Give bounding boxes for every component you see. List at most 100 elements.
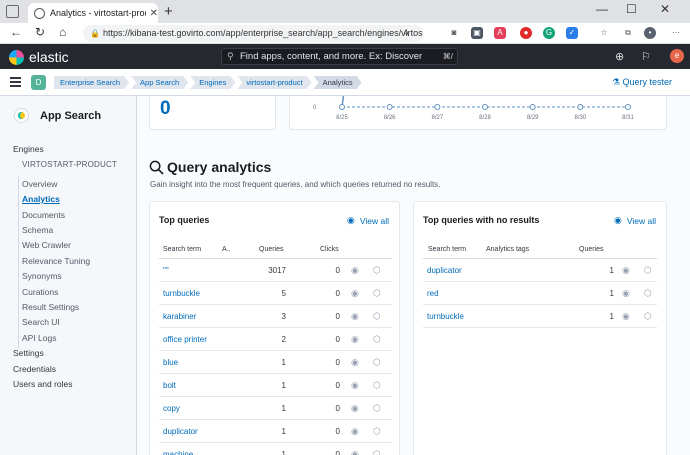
sidebar-item-settings[interactable]: Settings (13, 348, 44, 358)
manage-curation-icon[interactable]: ⬡ (373, 334, 381, 345)
manage-curation-icon[interactable]: ⬡ (373, 357, 381, 368)
collections-icon[interactable]: ⧉ (622, 27, 634, 39)
user-avatar[interactable]: e (670, 49, 684, 63)
manage-curation-icon[interactable]: ⬡ (373, 265, 381, 276)
manage-curation-icon[interactable]: ⬡ (644, 311, 652, 322)
view-details-eye-icon[interactable]: ◉ (622, 288, 630, 299)
view-details-eye-icon[interactable]: ◉ (351, 426, 359, 437)
view-details-eye-icon[interactable]: ◉ (351, 334, 359, 345)
breadcrumb-engines[interactable]: Engines (190, 76, 235, 89)
back-icon[interactable]: ← (10, 25, 22, 39)
view-details-eye-icon[interactable]: ◉ (351, 380, 359, 391)
refresh-icon[interactable]: ↻ (35, 25, 45, 39)
space-badge[interactable]: D (31, 75, 46, 90)
breadcrumb-enterprise-search[interactable]: Enterprise Search (54, 76, 129, 89)
column-header-queries[interactable]: Queries (579, 246, 604, 253)
address-bar[interactable]: 🔒 https://kibana-test.govirto.com/app/en… (83, 25, 423, 42)
sidebar-item-analytics[interactable]: Analytics (22, 194, 60, 204)
sidebar-item-search-ui[interactable]: Search UI (22, 317, 60, 327)
sidebar-item-credentials[interactable]: Credentials (13, 364, 56, 374)
column-header-tags[interactable]: A.. (222, 246, 231, 253)
data-point[interactable] (434, 104, 441, 110)
sidebar-item-web-crawler[interactable]: Web Crawler (22, 240, 71, 250)
manage-curation-icon[interactable]: ⬡ (373, 449, 381, 455)
view-details-eye-icon[interactable]: ◉ (351, 403, 359, 414)
search-term-link[interactable]: office printer (163, 335, 207, 344)
manage-curation-icon[interactable]: ⬡ (373, 288, 381, 299)
search-term-link[interactable]: duplicator (163, 427, 198, 436)
sidebar-item-api-logs[interactable]: API Logs (22, 333, 57, 343)
search-term-link[interactable]: karabiner (163, 312, 196, 321)
data-point[interactable] (625, 104, 631, 110)
search-term-link[interactable]: bolt (163, 381, 176, 390)
sidebar-item-synonyms[interactable]: Synonyms (22, 271, 62, 281)
view-details-eye-icon[interactable]: ◉ (351, 265, 359, 276)
extension-icon[interactable]: ● (520, 27, 532, 39)
sidebar-item-result-settings[interactable]: Result Settings (22, 302, 79, 312)
more-icon[interactable]: ⋯ (670, 27, 682, 39)
column-header-clicks[interactable]: Clicks (320, 246, 339, 253)
data-point[interactable] (339, 104, 345, 110)
global-search-input[interactable]: ⚲ Find apps, content, and more. Ex: Disc… (221, 48, 458, 65)
view-details-eye-icon[interactable]: ◉ (351, 288, 359, 299)
column-header-search-term[interactable]: Search term (428, 246, 466, 253)
breadcrumb-app-search[interactable]: App Search (131, 76, 188, 89)
search-term-link[interactable]: turnbuckle (427, 312, 464, 321)
sidebar-item-schema[interactable]: Schema (22, 225, 53, 235)
profile-icon[interactable]: • (644, 27, 656, 39)
search-term-link[interactable]: "" (163, 266, 169, 275)
no-results-view-all-button[interactable]: ◉ View all (614, 215, 656, 226)
breadcrumb-engine[interactable]: virtostart-product (237, 76, 311, 89)
sidebar-item-overview[interactable]: Overview (22, 179, 57, 189)
manage-curation-icon[interactable]: ⬡ (373, 403, 381, 414)
manage-curation-icon[interactable]: ⬡ (644, 265, 652, 276)
menu-toggle-icon[interactable] (10, 77, 21, 87)
read-aloud-icon[interactable]: A (400, 27, 412, 39)
data-point[interactable] (529, 104, 536, 110)
view-details-eye-icon[interactable]: ◉ (351, 449, 359, 455)
search-term-link[interactable]: copy (163, 404, 180, 413)
view-details-eye-icon[interactable]: ◉ (351, 311, 359, 322)
search-term-link[interactable]: red (427, 289, 439, 298)
manage-curation-icon[interactable]: ⬡ (373, 311, 381, 322)
manage-curation-icon[interactable]: ⬡ (373, 426, 381, 437)
favorites-icon[interactable]: ☆ (598, 27, 610, 39)
extension-icon[interactable]: ▣ (471, 27, 483, 39)
extension-icon[interactable]: ✓ (566, 27, 578, 39)
sidebar-item-relevance-tuning[interactable]: Relevance Tuning (22, 256, 90, 266)
elastic-logo[interactable]: elastic (9, 49, 69, 65)
view-details-eye-icon[interactable]: ◉ (622, 311, 630, 322)
data-point[interactable] (482, 104, 488, 110)
newsfeed-icon[interactable]: ⚐ (641, 50, 651, 63)
sidebar-item-engines[interactable]: Engines (13, 144, 44, 154)
search-term-link[interactable]: blue (163, 358, 178, 367)
search-term-link[interactable]: machine (163, 450, 193, 455)
column-header-analytics-tags[interactable]: Analytics tags (486, 246, 529, 253)
new-tab-button[interactable]: + (164, 3, 173, 20)
search-term-link[interactable]: turnbuckle (163, 289, 200, 298)
query-tester-button[interactable]: ⚗ Query tester (612, 77, 672, 88)
sidebar-item-users-and-roles[interactable]: Users and roles (13, 379, 73, 389)
minimize-icon[interactable]: — (596, 2, 608, 16)
manage-curation-icon[interactable]: ⬡ (373, 380, 381, 391)
close-tab-icon[interactable]: ✕ (150, 8, 158, 19)
maximize-icon[interactable]: ☐ (626, 2, 637, 16)
view-details-eye-icon[interactable]: ◉ (351, 357, 359, 368)
browser-tab[interactable]: Analytics - virtostart-product - E ✕ (28, 3, 158, 23)
search-term-link[interactable]: duplicator (427, 266, 462, 275)
manage-curation-icon[interactable]: ⬡ (644, 288, 652, 299)
help-icon[interactable]: ⊕ (615, 50, 624, 63)
close-window-icon[interactable]: ✕ (660, 2, 670, 16)
sidebar-item-documents[interactable]: Documents (22, 210, 65, 220)
column-header-search-term[interactable]: Search term (163, 246, 201, 253)
sidebar-item-curations[interactable]: Curations (22, 287, 58, 297)
top-queries-view-all-button[interactable]: ◉ View all (347, 215, 389, 226)
data-point[interactable] (386, 104, 393, 110)
tab-actions-icon[interactable] (6, 5, 19, 18)
view-details-eye-icon[interactable]: ◉ (622, 265, 630, 276)
column-header-queries[interactable]: Queries (259, 246, 284, 253)
camera-icon[interactable]: ◙ (448, 27, 460, 39)
home-icon[interactable]: ⌂ (59, 25, 66, 39)
extension-icon[interactable]: A (494, 27, 506, 39)
data-point[interactable] (577, 104, 584, 110)
